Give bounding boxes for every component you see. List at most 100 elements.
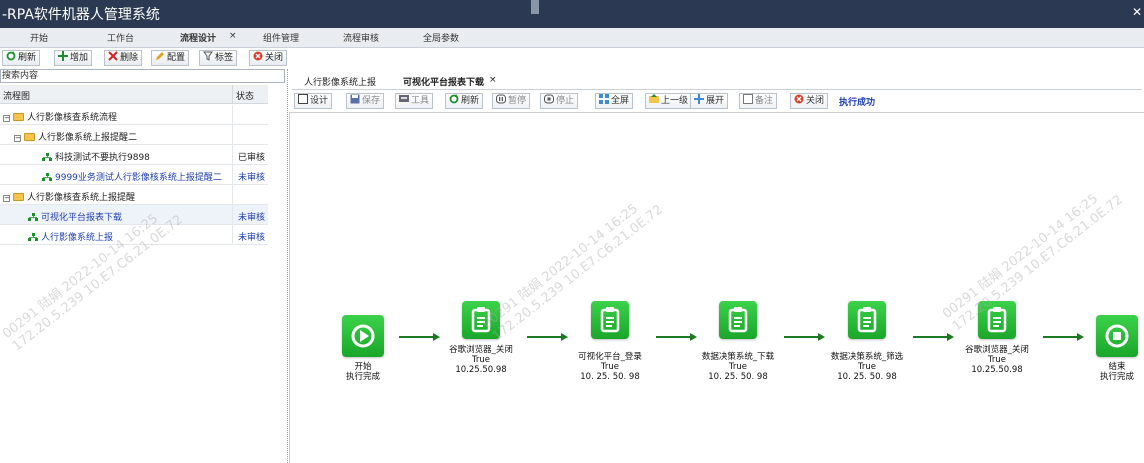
flow-close-button[interactable]: 关闭 bbox=[790, 93, 829, 109]
tab-close-icon[interactable]: × bbox=[489, 75, 497, 85]
refresh-icon bbox=[449, 94, 459, 104]
end-node[interactable] bbox=[1096, 315, 1138, 357]
refresh-label: 刷新 bbox=[18, 53, 37, 63]
tag-button[interactable]: 标签 bbox=[199, 50, 238, 66]
tree-row[interactable]: 9999业务测试人行影像核系统上报提醒二 未审核 bbox=[0, 165, 268, 185]
refresh-button[interactable]: 刷新 bbox=[2, 50, 41, 66]
flow-arrow bbox=[784, 333, 825, 340]
close-circle-icon bbox=[794, 94, 804, 104]
tab-start[interactable]: 开始 bbox=[30, 31, 48, 44]
clipboard-icon bbox=[471, 307, 491, 333]
tab-close-icon[interactable]: × bbox=[229, 31, 237, 41]
config-button[interactable]: 配置 bbox=[151, 50, 190, 66]
close-label: 关闭 bbox=[265, 53, 284, 63]
note-button[interactable]: 备注 bbox=[739, 93, 778, 109]
window-drag-handle[interactable] bbox=[531, 0, 539, 14]
tab-workbench[interactable]: 工作台 bbox=[107, 31, 134, 44]
tag-label: 标签 bbox=[215, 53, 234, 63]
add-icon bbox=[58, 51, 68, 61]
tab-report-download[interactable]: 可视化平台报表下载 bbox=[403, 75, 484, 88]
tree-row-status: 未审核 bbox=[238, 173, 266, 183]
pause-label: 暂停 bbox=[508, 96, 527, 106]
task-node[interactable] bbox=[978, 301, 1016, 339]
window-close-icon[interactable]: ✕ bbox=[1132, 5, 1142, 19]
design-button[interactable]: 设计 bbox=[294, 93, 333, 109]
note-label: 备注 bbox=[755, 96, 774, 106]
tree-row[interactable]: 科技测试不要执行9898 已审核 bbox=[0, 145, 268, 165]
config-label: 配置 bbox=[167, 53, 186, 63]
note-icon bbox=[743, 94, 753, 104]
tab-people-bank-upload[interactable]: 人行影像系统上报 bbox=[304, 75, 376, 88]
up-level-button[interactable]: 上一级 bbox=[645, 93, 693, 109]
pause-button[interactable]: 暂停 bbox=[492, 93, 531, 109]
task-node[interactable] bbox=[591, 301, 629, 339]
add-button[interactable]: 增加 bbox=[54, 50, 93, 66]
tree-row[interactable]: 人行影像系统上报 未审核 bbox=[0, 225, 268, 245]
tree-row[interactable]: − 人行影像系统上报提醒二 bbox=[0, 125, 268, 145]
title-bar: -RPA软件机器人管理系统 ✕ bbox=[0, 0, 1144, 28]
node-label: 可视化平台_登录 True 10. 25. 50. 98 bbox=[578, 352, 642, 382]
tools-label: 工具 bbox=[411, 96, 430, 106]
task-node[interactable] bbox=[848, 301, 886, 339]
tree-row-label: 人行影像核查系统流程 bbox=[27, 113, 118, 123]
row-separator bbox=[232, 105, 233, 125]
tab-component-management[interactable]: 组件管理 bbox=[263, 31, 299, 44]
col-status-header: 状态 bbox=[236, 92, 255, 102]
flow-close-label: 关闭 bbox=[806, 96, 825, 106]
tree-row-label: 9999业务测试人行影像核系统上报提醒二 bbox=[55, 173, 222, 183]
tree-row-status: 未审核 bbox=[238, 233, 266, 243]
left-toolbar: 刷新 增加 删除 配置 标签 关闭 bbox=[0, 49, 290, 69]
save-button[interactable]: 保存 bbox=[346, 93, 385, 109]
node-label: 数据决策系统_下载 True 10. 25. 50. 98 bbox=[701, 352, 775, 382]
close-circle-icon bbox=[253, 51, 263, 61]
row-separator bbox=[232, 185, 233, 205]
flow-canvas[interactable]: 开始 执行完成 谷歌浏览器_关闭 True 10.25.50.98 可视化平台_登录 T… bbox=[289, 112, 1144, 463]
expand-button[interactable]: 展开 bbox=[690, 93, 729, 109]
collapse-icon[interactable]: − bbox=[3, 115, 10, 122]
flow-icon bbox=[28, 213, 38, 221]
collapse-icon[interactable]: − bbox=[14, 135, 21, 142]
close-button[interactable]: 关闭 bbox=[249, 50, 288, 66]
clipboard-icon bbox=[987, 307, 1007, 333]
tree-row[interactable]: − 人行影像核查系统上报提醒 bbox=[0, 185, 268, 205]
tree-row[interactable]: − 人行影像核查系统流程 bbox=[0, 105, 268, 125]
add-label: 增加 bbox=[70, 53, 89, 63]
col-flow-header: 流程图 bbox=[3, 92, 31, 102]
expand-icon bbox=[694, 94, 704, 104]
design-label: 设计 bbox=[310, 96, 329, 106]
app-title: -RPA软件机器人管理系统 bbox=[2, 7, 160, 23]
row-separator bbox=[232, 205, 233, 225]
clipboard-icon bbox=[600, 307, 620, 333]
tree-row[interactable]: 可视化平台报表下载 未审核 bbox=[0, 205, 268, 225]
tools-button[interactable]: 工具 bbox=[395, 93, 434, 109]
task-node[interactable] bbox=[719, 301, 757, 339]
clipboard-icon bbox=[728, 307, 748, 333]
task-node[interactable] bbox=[462, 301, 500, 339]
flow-arrow bbox=[913, 333, 954, 340]
tab-flow-review[interactable]: 流程审核 bbox=[343, 31, 379, 44]
flow-icon bbox=[28, 233, 38, 241]
tree-row-label: 科技测试不要执行9898 bbox=[55, 153, 150, 163]
tree-row-status: 未审核 bbox=[238, 213, 266, 223]
tree-row-label: 可视化平台报表下载 bbox=[41, 213, 123, 223]
node-label: 谷歌浏览器_关闭 True 10.25.50.98 bbox=[965, 345, 1029, 375]
tab-flow-design[interactable]: 流程设计 bbox=[180, 31, 216, 44]
play-icon bbox=[351, 324, 375, 348]
flow-arrow bbox=[399, 333, 440, 340]
header-separator bbox=[232, 85, 233, 104]
search-input[interactable]: 搜索内容 bbox=[0, 69, 285, 83]
delete-button[interactable]: 删除 bbox=[104, 50, 143, 66]
tree-row-label: 人行影像系统上报 bbox=[41, 233, 114, 243]
tag-icon bbox=[203, 51, 213, 61]
row-separator bbox=[232, 165, 233, 185]
start-node[interactable] bbox=[342, 315, 384, 357]
stop-button[interactable]: 停止 bbox=[540, 93, 579, 109]
flow-arrow bbox=[1043, 333, 1084, 340]
collapse-icon[interactable]: − bbox=[3, 195, 10, 202]
execution-status: 执行成功 bbox=[839, 98, 876, 108]
flow-toolbar: 设计 保存 工具 刷新 暂停 停止 全屏 上一级 展开 备注 关闭 执行成功 bbox=[290, 92, 1144, 111]
flow-refresh-button[interactable]: 刷新 bbox=[445, 93, 484, 109]
refresh-icon bbox=[6, 51, 16, 61]
fullscreen-button[interactable]: 全屏 bbox=[595, 93, 634, 109]
tab-global-params[interactable]: 全局参数 bbox=[423, 31, 459, 44]
